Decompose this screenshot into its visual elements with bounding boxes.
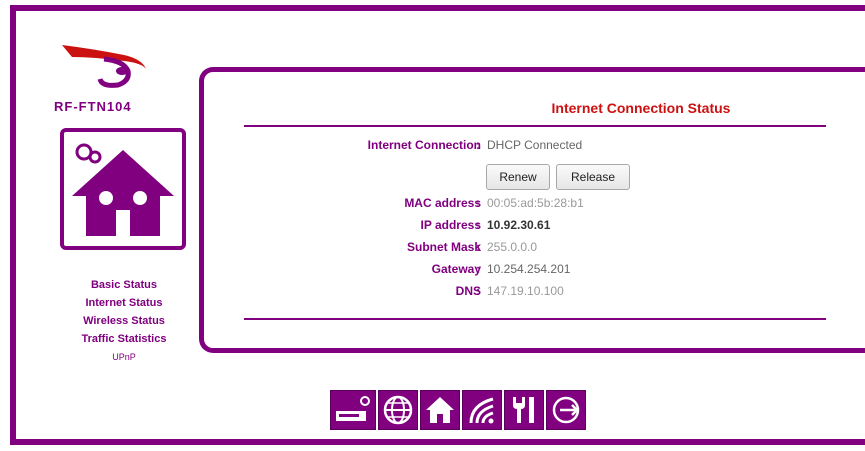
bottom-toolbar [330, 390, 586, 430]
subnet-row: Subnet Mask : 255.0.0.0 [204, 240, 865, 258]
logout-icon[interactable] [546, 390, 586, 430]
dns-value: 147.19.10.100 [487, 284, 564, 298]
subnet-value: 255.0.0.0 [487, 240, 538, 254]
ip-label: IP address [420, 218, 481, 232]
renew-button[interactable]: Renew [486, 164, 550, 190]
mac-label: MAC address [404, 196, 481, 210]
page-frame: RF-FTN104 Basic Status Internet Status W… [10, 5, 865, 445]
home-graphic [60, 128, 186, 250]
dns-row: DNS : 147.19.10.100 [204, 284, 865, 302]
dns-label: DNS [455, 284, 481, 298]
sidebar-item-wireless-status[interactable]: Wireless Status [54, 312, 194, 330]
internet-connection-label: Internet Connection [367, 138, 481, 152]
tools-icon[interactable] [504, 390, 544, 430]
mac-row: MAC address : 00:05:ad:5b:28:b1 [204, 196, 865, 214]
modem-icon[interactable] [330, 390, 376, 430]
mac-value: 00:05:ad:5b:28:b1 [487, 196, 584, 210]
wireless-icon[interactable] [462, 390, 502, 430]
status-panel: Internet Connection Status Internet Conn… [199, 67, 865, 353]
divider [244, 125, 826, 127]
sidebar-item-basic-status[interactable]: Basic Status [54, 276, 194, 294]
device-model: RF-FTN104 [54, 99, 132, 114]
sidebar-item-internet-status[interactable]: Internet Status [54, 294, 194, 312]
panel-title: Internet Connection Status [551, 100, 731, 116]
gateway-row: Gateway : 10.254.254.201 [204, 262, 865, 280]
home-icon[interactable] [420, 390, 460, 430]
sidebar-nav: Basic Status Internet Status Wireless St… [54, 276, 194, 366]
brand-logo [62, 45, 146, 88]
globe-icon[interactable] [378, 390, 418, 430]
gateway-label: Gateway [431, 262, 481, 276]
release-button[interactable]: Release [556, 164, 630, 190]
subnet-label: Subnet Mask [406, 240, 481, 254]
gateway-value: 10.254.254.201 [487, 262, 571, 276]
house-icon [72, 143, 174, 236]
ip-row: IP address : 10.92.30.61 [204, 218, 865, 236]
sidebar-item-upnp[interactable]: UPnP [54, 348, 194, 366]
divider [244, 318, 826, 320]
ip-value: 10.92.30.61 [487, 218, 551, 232]
internet-connection-value: DHCP Connected [487, 138, 583, 152]
sidebar-item-traffic-statistics[interactable]: Traffic Statistics [54, 330, 194, 348]
internet-connection-row: Internet Connection : DHCP Connected [204, 138, 865, 156]
